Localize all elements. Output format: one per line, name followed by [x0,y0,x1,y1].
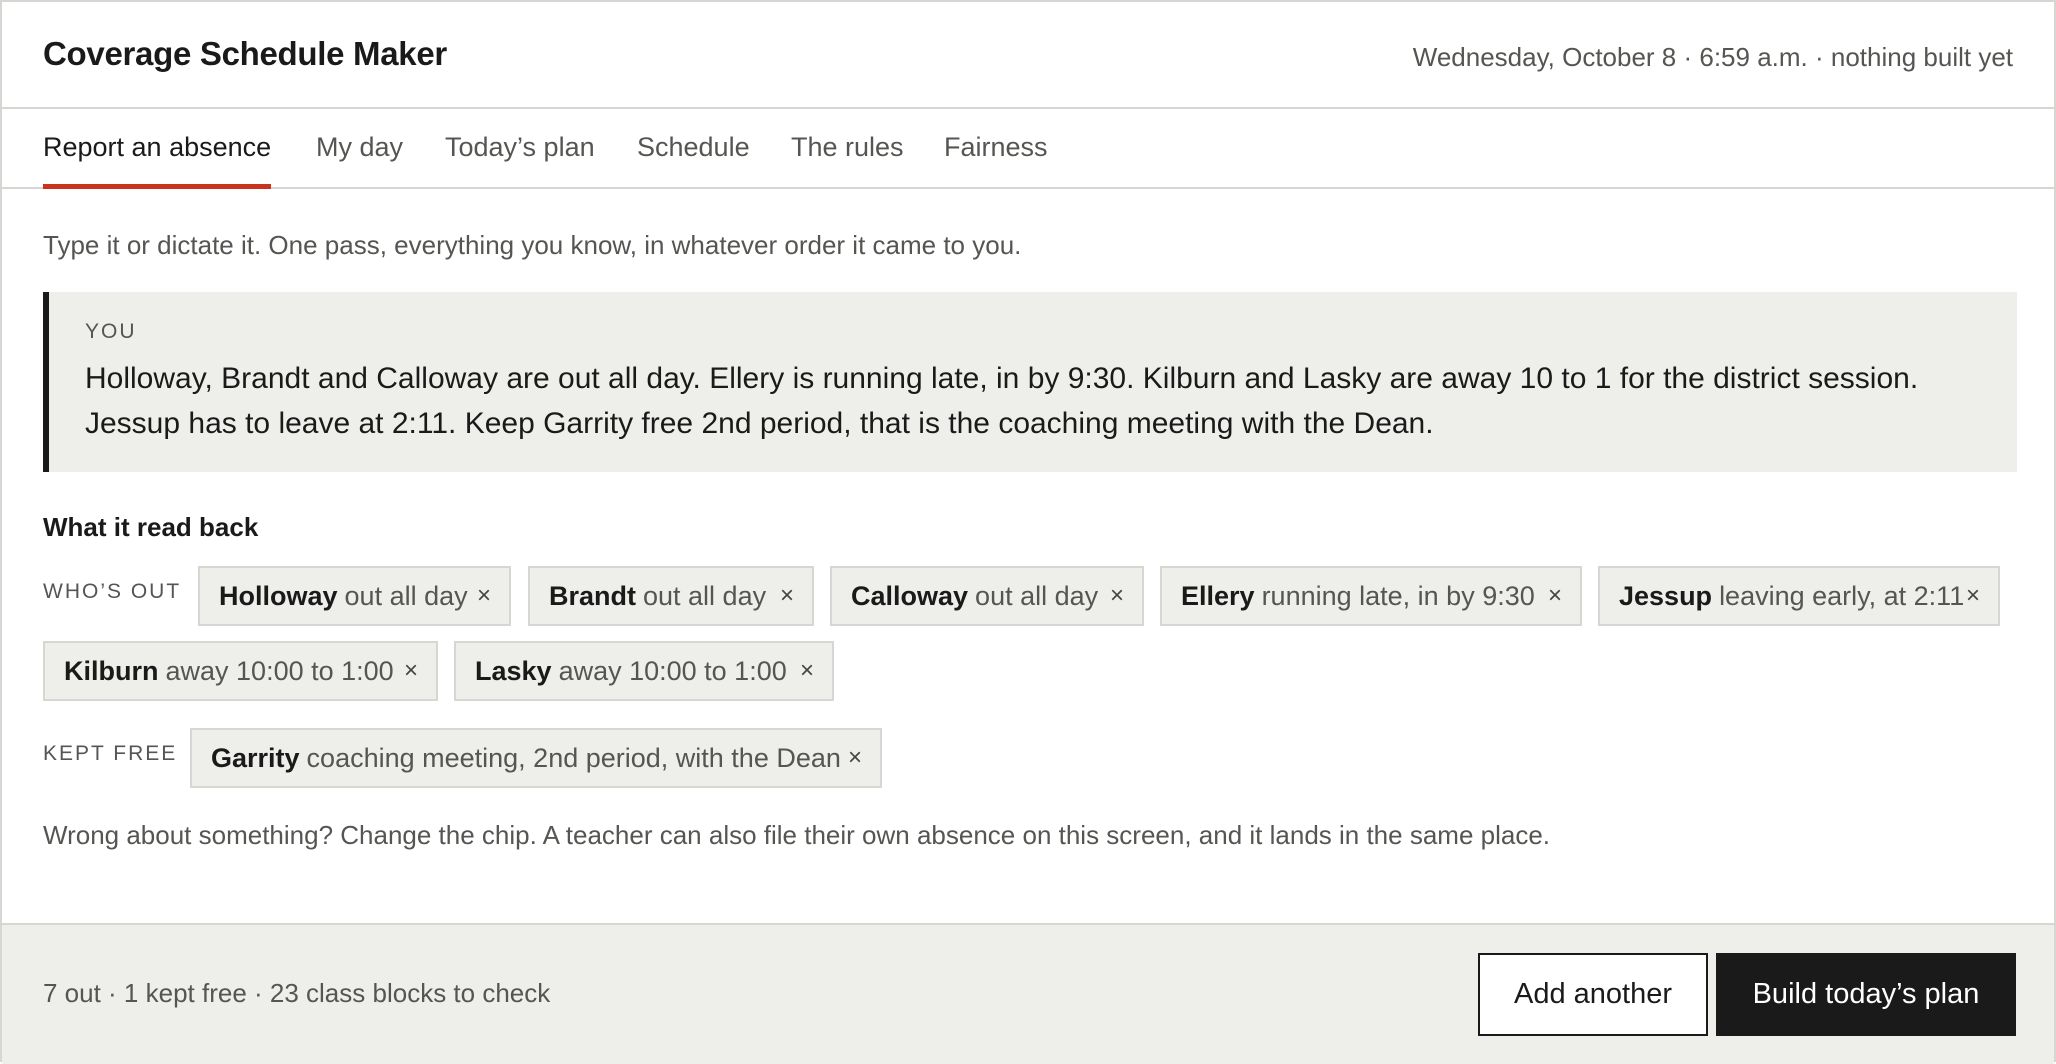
remove-icon[interactable]: × [1530,568,1580,624]
absence-chip[interactable]: Lasky away 10:00 to 1:00 × [454,641,834,701]
chip-name: Kilburn [64,655,159,686]
dictation-text[interactable]: Holloway, Brandt and Calloway are out al… [85,356,1985,446]
app-window: Coverage Schedule Maker Wednesday, Octob… [0,0,2056,1064]
chip-detail: out all day [975,580,1099,611]
absence-chip[interactable]: Ellery running late, in by 9:30 × [1160,566,1582,626]
chip-name: Holloway [219,580,338,611]
absence-chip[interactable]: Jessup leaving early, at 2:11 × [1598,566,2000,626]
remove-icon[interactable]: × [386,643,436,699]
footer-summary: 7 out · 1 kept free · 23 class blocks to… [43,978,551,1008]
chip-detail: away 10:00 to 1:00 [165,655,394,686]
chip-detail: running late, in by 9:30 [1261,580,1535,611]
chip-name: Garrity [211,742,300,773]
kept-free-chip[interactable]: Garrity coaching meeting, 2nd period, wi… [190,728,882,788]
build-plan-button[interactable]: Build today’s plan [1716,953,2016,1036]
chip-name: Ellery [1181,580,1255,611]
add-another-button[interactable]: Add another [1478,953,1708,1036]
readback-title: What it read back [43,512,259,542]
absence-chip[interactable]: Calloway out all day × [830,566,1144,626]
whos-out-label: WHO’S OUT [43,580,182,603]
remove-icon[interactable]: × [1948,568,1998,624]
app-header: Coverage Schedule Maker Wednesday, Octob… [2,2,2054,109]
intro-text: Type it or dictate it. One pass, everyth… [43,230,1022,260]
tab-schedule[interactable]: Schedule [637,132,750,189]
tab-bar: Report an absence My day Today’s plan Sc… [2,109,2054,189]
tab-the-rules[interactable]: The rules [791,132,904,189]
chip-name: Jessup [1619,580,1713,611]
tab-report-an-absence[interactable]: Report an absence [43,132,272,189]
kept-free-label: KEPT FREE [43,742,178,765]
help-note: Wrong about something? Change the chip. … [43,820,1551,850]
chip-detail: away 10:00 to 1:00 [558,655,787,686]
tab-fairness[interactable]: Fairness [944,132,1048,189]
dictation-box[interactable]: YOU Holloway, Brandt and Calloway are ou… [43,292,2017,472]
chip-name: Brandt [549,580,636,611]
absence-chip[interactable]: Brandt out all day × [528,566,814,626]
chip-detail: out all day [643,580,767,611]
remove-icon[interactable]: × [762,568,812,624]
date-status: Wednesday, October 8 · 6:59 a.m. · nothi… [1412,42,2013,72]
footer-bar: 7 out · 1 kept free · 23 class blocks to… [2,923,2054,1064]
chip-name: Lasky [475,655,552,686]
chip-name: Calloway [851,580,969,611]
tab-my-day[interactable]: My day [316,132,403,189]
remove-icon[interactable]: × [1092,568,1142,624]
absence-chip[interactable]: Holloway out all day × [198,566,511,626]
absence-chip[interactable]: Kilburn away 10:00 to 1:00 × [43,641,438,701]
tab-todays-plan[interactable]: Today’s plan [445,132,595,189]
remove-icon[interactable]: × [782,643,832,699]
app-title: Coverage Schedule Maker [43,35,447,72]
you-label: YOU [85,320,137,343]
remove-icon[interactable]: × [830,730,880,786]
remove-icon[interactable]: × [459,568,509,624]
chip-detail: coaching meeting, 2nd period, with the D… [306,742,841,773]
chip-detail: out all day [344,580,468,611]
chip-detail: leaving early, at 2:11 [1719,580,1965,611]
